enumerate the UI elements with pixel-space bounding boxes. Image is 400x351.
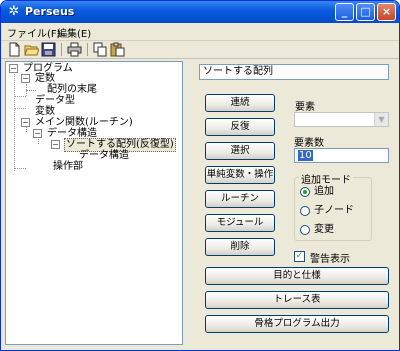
open-folder-icon[interactable] (24, 42, 39, 57)
purpose-spec-button[interactable]: 目的と仕様 (205, 267, 389, 285)
iteration-button[interactable]: 反復 (205, 118, 275, 136)
element-combo[interactable]: ▼ (294, 112, 389, 127)
warning-display-label: 警告表示 (310, 254, 350, 265)
radio-label: 変更 (314, 224, 334, 235)
tree-line (14, 168, 26, 169)
menu-file[interactable]: ファイル(F) (7, 25, 61, 40)
tree-line (14, 108, 26, 109)
menu-bar: ファイル(F) 編集(E) (1, 23, 399, 41)
node-name-input[interactable]: ソートする配列 (199, 64, 389, 80)
element-count-input[interactable]: 10 (294, 148, 389, 163)
tree-node-inner-data-structure[interactable]: データ構造 (79, 150, 129, 162)
sequence-button[interactable]: 連続 (205, 94, 275, 112)
radio-selected-icon (300, 187, 310, 197)
collapse-toggle[interactable]: − (9, 64, 18, 73)
tree-node-label: 変数 (35, 106, 55, 117)
window-title: Perseus (25, 5, 75, 18)
radio-label: 子ノード (314, 205, 354, 216)
tree-line (14, 72, 15, 171)
radio-icon (300, 225, 310, 235)
close-button[interactable]: × (377, 3, 396, 21)
menu-edit[interactable]: 編集(E) (57, 25, 91, 40)
module-button[interactable]: モジュール (205, 214, 275, 232)
selection-button[interactable]: 選択 (205, 142, 275, 160)
collapse-toggle[interactable]: − (33, 129, 42, 138)
check-icon: ✓ (294, 251, 305, 262)
tree-line (14, 96, 26, 97)
skeleton-program-output-button[interactable]: 骨格プログラム出力 (205, 315, 389, 333)
toolbar (1, 41, 399, 59)
warning-display-checkbox[interactable]: ✓ 警告表示 (294, 250, 374, 265)
toolbar-separator (61, 43, 62, 56)
trace-table-button[interactable]: トレース表 (205, 291, 389, 309)
chevron-down-icon[interactable]: ▼ (374, 113, 388, 126)
toolbar-separator (87, 43, 88, 56)
tree-node-operations[interactable]: 操作部 (53, 161, 83, 173)
element-count-label: 要素数 (294, 138, 324, 149)
tree-node-label: 操作部 (53, 161, 83, 172)
delete-button[interactable]: 削除 (205, 238, 275, 256)
routine-button[interactable]: ルーチン (205, 190, 275, 208)
perseus-app-icon[interactable]: ✲ (6, 4, 22, 20)
save-icon[interactable] (41, 42, 56, 57)
detail-pane: ソートする配列 連続 反復 選択 単純変数・操作 ルーチン モジュール 削除 要… (185, 59, 399, 350)
add-mode-group: 追加モード 追加 子ノード 変更 (294, 171, 372, 241)
main-window: ✲ Perseus _ □ × ファイル(F) 編集(E) − プログラム − … (0, 0, 400, 351)
new-file-icon[interactable] (7, 42, 22, 57)
copy-icon[interactable] (93, 42, 108, 57)
element-count-value: 10 (298, 150, 313, 161)
minimize-button[interactable]: _ (335, 3, 354, 21)
add-mode-child-node-radio[interactable]: 子ノード (300, 205, 370, 217)
collapse-toggle[interactable]: − (21, 74, 30, 83)
paste-icon[interactable] (110, 42, 125, 57)
tree-node-label: データ型 (35, 95, 75, 106)
add-mode-append-radio[interactable]: 追加 (300, 186, 370, 198)
add-mode-change-radio[interactable]: 変更 (300, 224, 370, 236)
collapse-toggle[interactable]: − (21, 118, 30, 127)
element-label: 要素 (295, 102, 315, 113)
title-bar[interactable]: ✲ Perseus _ □ × (1, 1, 399, 23)
simple-variable-operation-button[interactable]: 単純変数・操作 (205, 166, 275, 184)
collapse-toggle[interactable]: − (51, 140, 60, 149)
print-icon[interactable] (67, 42, 82, 57)
add-mode-title: 追加モード (299, 171, 353, 186)
tree-node-label: 配列の末尾 (47, 84, 97, 95)
tree-node-label: データ構造 (79, 150, 129, 161)
program-tree[interactable]: − プログラム − 定数 配列の末尾 データ型 変数 − メイン関数(ルーチン)… (5, 61, 183, 345)
radio-label: 追加 (314, 186, 334, 197)
tree-line (26, 90, 36, 91)
maximize-button[interactable]: □ (356, 3, 375, 21)
radio-icon (300, 206, 310, 216)
